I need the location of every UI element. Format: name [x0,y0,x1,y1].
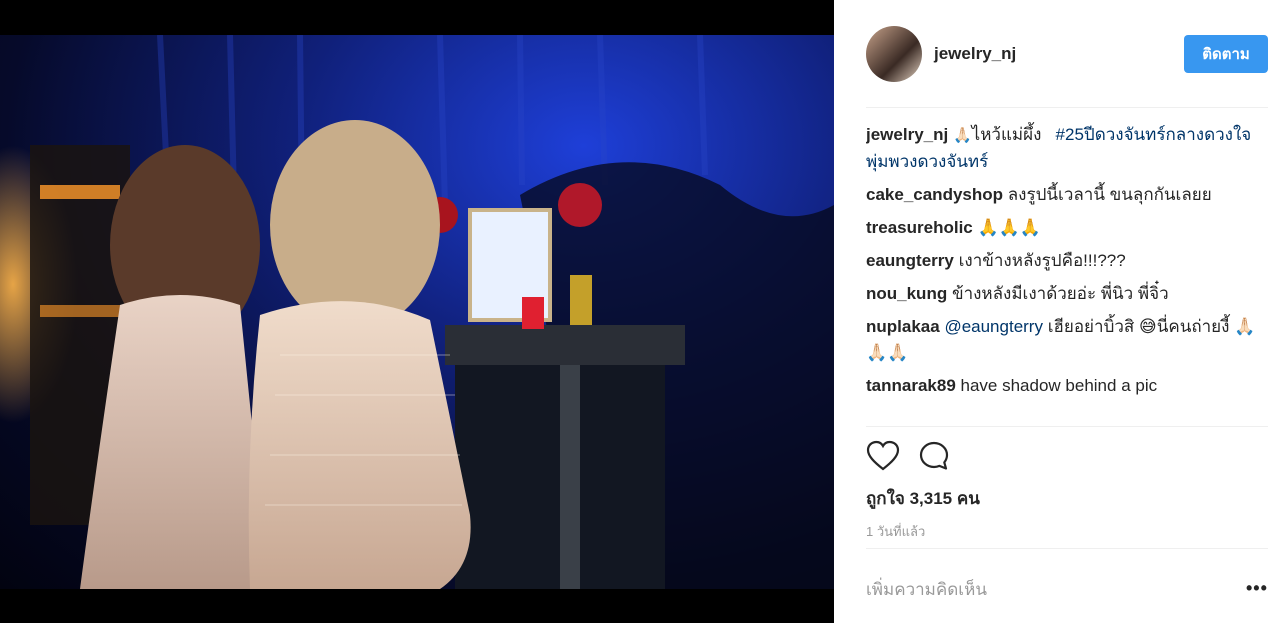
action-bar [866,438,950,478]
comment-text: ลงรูปนี้เวลานี้ ขนลุกกันเลยย [1007,185,1212,204]
comment-item: treasureholic 🙏🙏🙏 [866,215,1268,241]
comments-divider [866,426,1268,427]
post-timestamp[interactable]: 1 วันที่แล้ว [866,521,925,542]
footer-divider [866,548,1268,549]
comment-text: have shadow behind a pic [960,376,1158,395]
caption-emoji: 🙏🏻 [952,127,972,144]
post-username[interactable]: jewelry_nj [934,44,1184,64]
post-header: jewelry_nj ติดตาม [866,24,1268,84]
comment-username[interactable]: nuplakaa [866,317,940,336]
comment-text: ข้างหลังมีเงาด้วยอ่ะ พี่นิว พี่จิ๋ว [951,284,1169,303]
caption-text: ไหว้แม่ผึ้ง [971,125,1042,144]
likes-count[interactable]: ถูกใจ 3,315 คน [866,485,980,512]
comment-text: 🙏🙏🙏 [977,218,1042,237]
comment-item: tannarak89 have shadow behind a pic [866,373,1268,399]
comment-username[interactable]: tannarak89 [866,376,956,395]
heart-icon[interactable] [866,440,900,477]
comment-username[interactable]: treasureholic [866,218,973,237]
post-photo[interactable] [0,35,834,589]
comment-item: nuplakaa @eaungterry เฮียอย่าบิ้วสิ 😅นี่… [866,314,1268,366]
comment-username[interactable]: cake_candyshop [866,185,1003,204]
photo-illustration [0,35,834,589]
comment-username[interactable]: eaungterry [866,251,954,270]
comment-item: eaungterry เงาข้างหลังรูปคือ!!!??? [866,248,1268,274]
add-comment-input[interactable]: เพิ่มความคิดเห็น [866,576,987,603]
follow-button[interactable]: ติดตาม [1184,35,1268,73]
caption-username[interactable]: jewelry_nj [866,125,948,144]
comment-username[interactable]: nou_kung [866,284,947,303]
comment-text: เงาข้างหลังรูปคือ!!!??? [958,251,1126,270]
post-side-panel: jewelry_nj ติดตาม jewelry_nj 🙏🏻ไหว้แม่ผึ… [834,0,1280,623]
comment-bubble-icon[interactable] [918,440,950,477]
post-media [0,0,834,623]
comments-list: jewelry_nj 🙏🏻ไหว้แม่ผึ้ง #25ปีดวงจันทร์ก… [866,122,1268,422]
comment-item: cake_candyshop ลงรูปนี้เวลานี้ ขนลุกกันเ… [866,182,1268,208]
caption: jewelry_nj 🙏🏻ไหว้แม่ผึ้ง #25ปีดวงจันทร์ก… [866,122,1268,175]
ellipsis-icon[interactable]: ••• [1246,578,1268,599]
comment-item: nou_kung ข้างหลังมีเงาด้วยอ่ะ พี่นิว พี่… [866,281,1268,307]
avatar[interactable] [866,26,922,82]
header-divider [866,107,1268,108]
comment-mention[interactable]: @eaungterry [944,317,1043,336]
